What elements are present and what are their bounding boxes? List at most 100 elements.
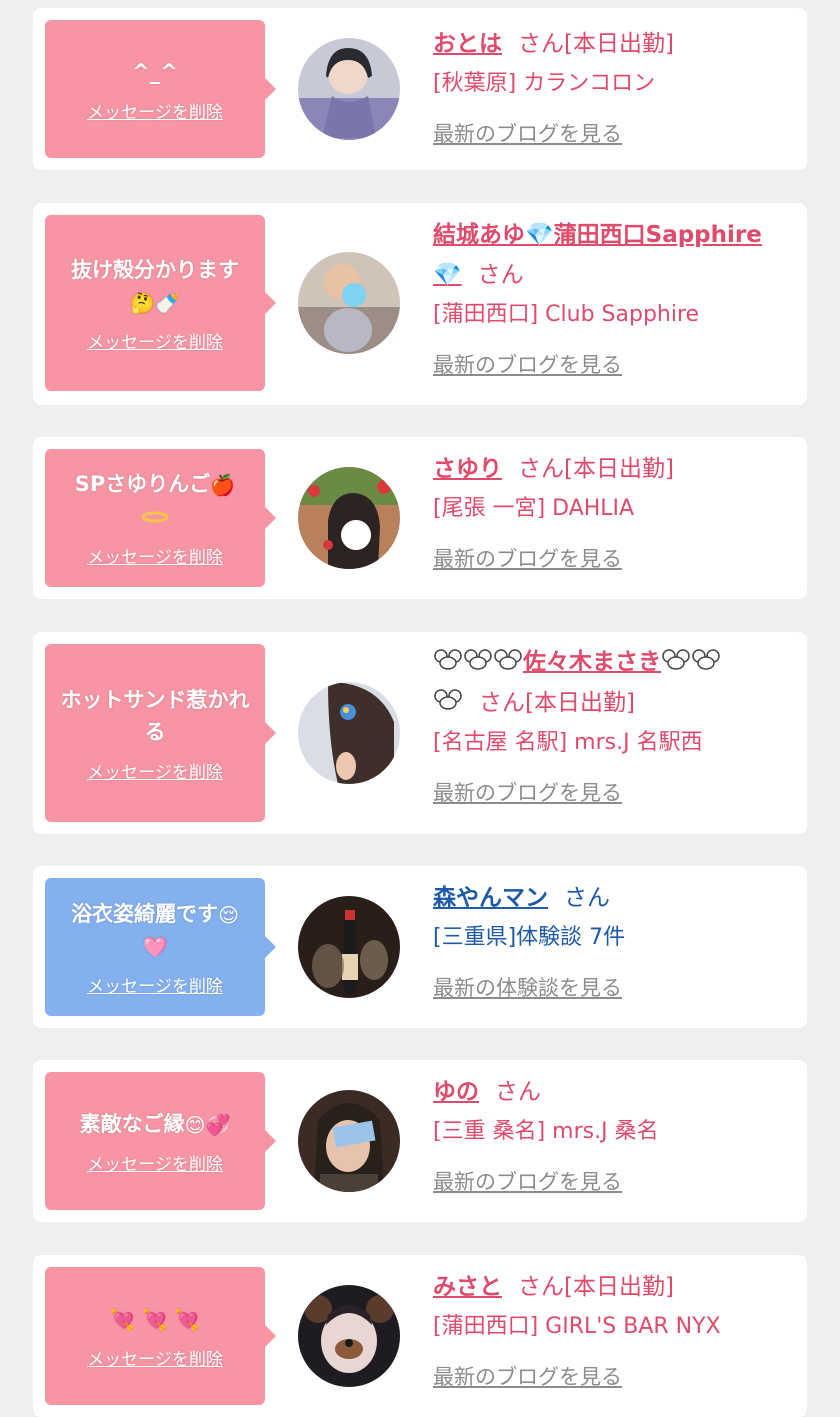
sender-name-line: さゆり さん[本日出勤] — [433, 449, 787, 489]
shop-name: [蒲田西口] GIRL'S BAR NYX — [433, 1314, 721, 1339]
delete-message-link[interactable]: メッセージを削除 — [87, 1150, 223, 1175]
latest-blog-link[interactable]: 最新のブログを見る — [433, 777, 622, 807]
sender-info: みさと さん[本日出勤] [蒲田西口] GIRL'S BAR NYX 最新のブログ… — [433, 1267, 787, 1391]
message-bubble: SPさゆりんご🍎 メッセージを削除 — [45, 449, 276, 587]
sender-name-link[interactable]: 森やんマン — [433, 885, 548, 911]
message-card: 素敵なご縁😊💞 メッセージを削除 ゆの さん [三重 桑名] mrs.J 桑名 最… — [33, 1060, 807, 1222]
sender-status: さん[本日出勤] — [518, 1274, 674, 1300]
avatar[interactable] — [298, 38, 400, 140]
sender-name-line: ゆの さん — [433, 1072, 787, 1112]
sender-name-line: みさと さん[本日出勤] — [433, 1267, 787, 1307]
sender-name-link[interactable]: おとは — [433, 31, 502, 57]
message-bubble: 素敵なご縁😊💞 メッセージを削除 — [45, 1072, 276, 1210]
mouse-icon[interactable] — [433, 683, 463, 723]
sender-name-link[interactable]: 結城あゆ💎蒲田西口Sapphire — [433, 222, 762, 248]
smiling-face-icon: 😌 — [218, 902, 239, 927]
latest-blog-link[interactable]: 最新のブログを見る — [433, 543, 622, 573]
heart-icon: 💘 — [174, 1307, 200, 1332]
message-card: ホットサンド惹かれる メッセージを削除 佐々木まさき さん[本日出勤] [名古屋… — [33, 632, 807, 834]
baby-bottle-icon: 🍼 — [155, 290, 180, 315]
sender-name-line-2: さん[本日出勤] — [433, 683, 787, 724]
latest-blog-link[interactable]: 最新のブログを見る — [433, 349, 622, 379]
avatar[interactable] — [298, 252, 400, 354]
latest-blog-link[interactable]: 最新のブログを見る — [433, 118, 622, 148]
message-card: ^_^ メッセージを削除 おとは さん[本日出勤] [秋葉原] カランコロン 最新… — [33, 8, 807, 170]
sender-info: 佐々木まさき さん[本日出勤] [名古屋 名駅] mrs.J 名駅西 最新のブロ… — [433, 642, 787, 807]
sender-name-link[interactable]: みさと — [433, 1274, 502, 1300]
shop-name: [三重 桑名] mrs.J 桑名 — [433, 1119, 659, 1144]
sender-info: さゆり さん[本日出勤] [尾張 一宮] DAHLIA 最新のブログを見る — [433, 449, 787, 573]
avatar[interactable] — [298, 896, 400, 998]
delete-message-link[interactable]: メッセージを削除 — [87, 98, 223, 123]
sender-name-link[interactable]: ゆの — [433, 1079, 479, 1105]
sender-status: さん — [495, 1079, 541, 1105]
latest-blog-link[interactable]: 最新のブログを見る — [433, 1361, 622, 1391]
shop-name: [名古屋 名駅] mrs.J 名駅西 — [433, 730, 703, 755]
mouse-icon — [691, 643, 721, 683]
shop-name: [尾張 一宮] DAHLIA — [433, 496, 635, 521]
avatar[interactable] — [298, 1285, 400, 1387]
sender-name-line: 佐々木まさき — [433, 642, 787, 683]
sender-name-text: 佐々木まさき — [523, 649, 661, 675]
sender-name-link[interactable]: 佐々木まさき — [433, 648, 721, 675]
latest-review-link[interactable]: 最新の体験談を見る — [433, 972, 622, 1002]
message-text-content: 浴衣姿綺麗です — [71, 901, 219, 926]
message-text-content: 素敵なご縁 — [79, 1111, 185, 1136]
sparkling-heart-icon: 💞 — [205, 1112, 231, 1137]
message-card: SPさゆりんご🍎 メッセージを削除 さゆり さん[本日出勤] [尾張 一宮] DA… — [33, 437, 807, 599]
message-bubble: 💘 💘 💘 メッセージを削除 — [45, 1267, 276, 1405]
sender-status: さん[本日出勤] — [479, 689, 635, 716]
sender-info: 結城あゆ💎蒲田西口Sapphire 💎 さん [蒲田西口] Club Sapphi… — [433, 215, 787, 379]
delete-message-link[interactable]: メッセージを削除 — [87, 758, 223, 783]
message-bubble: 抜け殻分かります 🤔🍼 メッセージを削除 — [45, 215, 276, 391]
delete-message-link[interactable]: メッセージを削除 — [87, 543, 223, 568]
sender-info: ゆの さん [三重 桑名] mrs.J 桑名 最新のブログを見る — [433, 1072, 787, 1196]
smiling-face-icon: 😊 — [184, 1112, 206, 1137]
sender-name-line: おとは さん[本日出勤] — [433, 24, 787, 64]
heart-icon: 💘 — [110, 1307, 136, 1332]
sender-status: さん[本日出勤] — [518, 456, 674, 482]
message-card: 抜け殻分かります 🤔🍼 メッセージを削除 結城あゆ💎蒲田西口Sapphire 💎… — [33, 203, 807, 405]
message-text-content: 抜け殻分かります — [71, 257, 239, 282]
mouse-icon — [493, 643, 523, 683]
message-card: 浴衣姿綺麗です😌 🩷 メッセージを削除 森やんマン さん [三重県]体験談 7件 … — [33, 866, 807, 1028]
message-bubble: ホットサンド惹かれる メッセージを削除 — [45, 644, 276, 822]
avatar[interactable] — [298, 1090, 400, 1192]
message-text: ホットサンド惹かれる — [60, 687, 250, 744]
delete-message-link[interactable]: メッセージを削除 — [87, 1345, 223, 1370]
halo-icon — [140, 501, 170, 533]
message-text: 素敵なご縁😊💞 — [68, 1108, 243, 1140]
sender-status: さん — [564, 885, 610, 911]
thinking-face-icon: 🤔 — [130, 290, 155, 315]
sender-name-line: 結城あゆ💎蒲田西口Sapphire — [433, 215, 787, 255]
message-bubble: ^_^ メッセージを削除 — [45, 20, 276, 158]
message-text: 💘 💘 💘 — [98, 1303, 211, 1335]
sender-info: おとは さん[本日出勤] [秋葉原] カランコロン 最新のブログを見る — [433, 24, 787, 148]
message-bubble: 浴衣姿綺麗です😌 🩷 メッセージを削除 — [45, 878, 276, 1016]
mouse-icon — [433, 643, 463, 683]
message-text: 抜け殻分かります 🤔🍼 — [59, 254, 251, 318]
mouse-icon — [661, 643, 691, 683]
message-text-content: SPさゆりんご — [74, 472, 211, 496]
gem-icon[interactable]: 💎 — [433, 262, 462, 288]
sender-info: 森やんマン さん [三重県]体験談 7件 最新の体験談を見る — [433, 878, 787, 1002]
pink-heart-icon: 🩷 — [142, 934, 168, 959]
delete-message-link[interactable]: メッセージを削除 — [87, 972, 223, 997]
shop-name: [蒲田西口] Club Sapphire — [433, 302, 700, 327]
sender-name-line: 森やんマン さん — [433, 878, 787, 918]
sender-status: さん[本日出勤] — [518, 31, 674, 57]
message-card: 💘 💘 💘 メッセージを削除 みさと さん[本日出勤] [蒲田西口] GIRL'S… — [33, 1255, 807, 1417]
mouse-icon — [463, 643, 493, 683]
message-text: SPさゆりんご🍎 — [63, 468, 247, 533]
message-text: 浴衣姿綺麗です😌 🩷 — [59, 898, 251, 962]
shop-name: [秋葉原] カランコロン — [433, 71, 656, 96]
delete-message-link[interactable]: メッセージを削除 — [87, 328, 223, 353]
sender-name-line-2: 💎 さん — [433, 255, 787, 295]
heart-icon: 💘 — [142, 1307, 168, 1332]
avatar[interactable] — [298, 682, 400, 784]
latest-blog-link[interactable]: 最新のブログを見る — [433, 1166, 622, 1196]
sender-name-link[interactable]: さゆり — [433, 456, 502, 482]
apple-icon: 🍎 — [210, 473, 236, 497]
sender-status: さん — [477, 262, 524, 288]
avatar[interactable] — [298, 467, 400, 569]
